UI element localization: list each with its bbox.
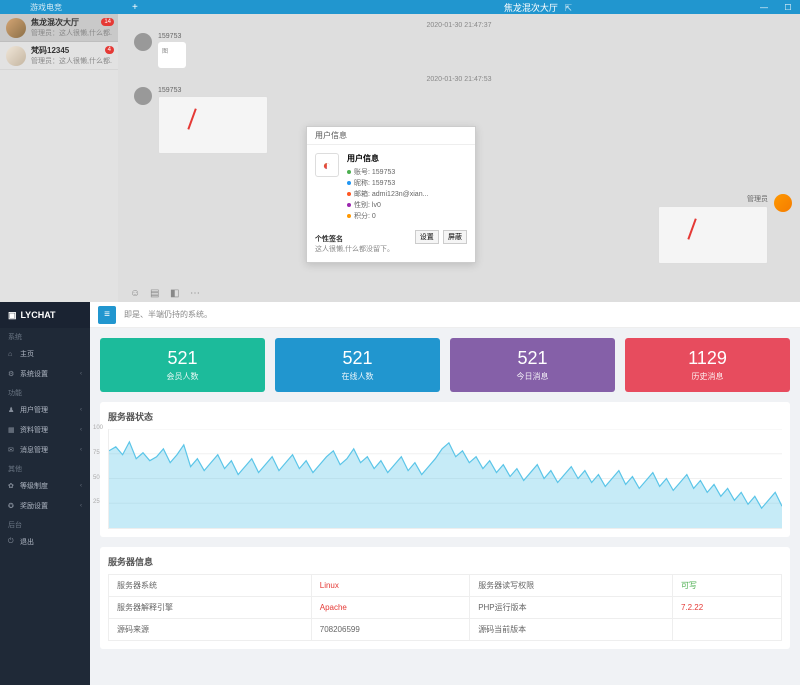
nav-level[interactable]: ✿等级制度‹ [0,476,90,496]
nav-group-label: 功能 [0,384,90,400]
table-row: 源码来源708206599源码当前版本 [109,619,782,641]
gear-icon: ⚙ [8,370,16,378]
chat-title: 焦龙混次大厅 ⇱ [504,1,572,14]
message-image[interactable] [658,206,768,264]
signature-text: 这人很懒,什么都没留下。 [315,244,467,254]
nav-msg-mgmt[interactable]: ✉消息管理‹ [0,440,90,460]
contact-item[interactable]: 梵码12345管理员：这人很懒,什么都... 4 [0,42,118,70]
nav-logout[interactable]: ⏻退出 [0,532,90,552]
stat-online[interactable]: 521在线人数 [275,338,440,392]
chat-icon: ✉ [8,446,16,454]
message-row: 159753 图 [134,33,784,68]
brand-logo[interactable]: LYCHAT [0,302,90,328]
modal-section: 用户信息 [347,153,467,164]
folder-icon: ▦ [8,426,16,434]
panel-title: 服务器信息 [108,555,782,568]
chat-app: 游戏电竞 + 焦龙混次大厅 ⇱ — ☐ 焦龙混次大厅管理员：这人很懒,什么都..… [0,0,800,302]
nav-system-settings[interactable]: ⚙系统设置‹ [0,364,90,384]
avatar [6,18,26,38]
chevron-left-icon: ‹ [80,503,82,509]
contact-name: 焦龙混次大厅 [31,17,112,28]
unread-badge: 4 [105,46,114,54]
contact-item[interactable]: 焦龙混次大厅管理员：这人很懒,什么都... 14 [0,14,118,42]
chevron-left-icon: ‹ [80,407,82,413]
hamburger-icon[interactable]: ≡ [98,306,116,324]
chevron-left-icon: ‹ [80,483,82,489]
window-min-icon[interactable]: — [752,0,776,14]
modal-block-button[interactable]: 屏蔽 [443,230,467,244]
nav-user-mgmt[interactable]: ♟用户管理‹ [0,400,90,420]
avatar[interactable] [774,194,792,212]
info-nickname: 昵称: 159753 [347,178,467,188]
image-icon[interactable]: ▤ [150,288,162,300]
nav-home[interactable]: ⌂主页 [0,344,90,364]
chevron-left-icon: ‹ [80,427,82,433]
user-info-modal: 用户信息 用户信息 账号: 159753 昵称: 159753 邮箱: admi… [306,126,476,263]
server-info-table: 服务器系统Linux服务器读写权限可写 服务器解释引擎ApachePHP运行版本… [108,574,782,641]
message-author: 159753 [158,33,186,40]
chat-input-toolbar: ☺ ▤ ◧ ⋯ [130,288,202,300]
avatar [6,46,26,66]
exit-icon: ⏻ [8,538,16,546]
chevron-left-icon: ‹ [80,447,82,453]
server-status-chart[interactable]: 255075100 [108,429,782,529]
contact-name: 梵码12345 [31,45,112,56]
chevron-left-icon: ‹ [80,371,82,377]
info-email: 邮箱: admi123n@xian... [347,189,467,199]
message-time: 2020-01-30 21:47:37 [118,22,800,29]
admin-dashboard: LYCHAT 系统 ⌂主页 ⚙系统设置‹ 功能 ♟用户管理‹ ▦资料管理‹ ✉消… [0,302,800,685]
info-account: 账号: 159753 [347,167,467,177]
nav-group-label: 后台 [0,516,90,532]
add-tab-icon[interactable]: + [132,2,138,13]
file-icon[interactable]: ◧ [170,288,182,300]
avatar[interactable] [134,33,152,51]
stats-row: 521会员人数 521在线人数 521今日消息 1129历史消息 [90,328,800,402]
panel-title: 服务器状态 [108,410,782,423]
message-image[interactable] [158,96,268,154]
unread-badge: 14 [101,18,114,26]
contacts-sidebar: 焦龙混次大厅管理员：这人很懒,什么都... 14 梵码12345管理员：这人很懒… [0,14,118,302]
nav-reward[interactable]: ✪奖励设置‹ [0,496,90,516]
user-avatar-icon [315,153,339,177]
avatar[interactable] [134,87,152,105]
table-row: 服务器系统Linux服务器读写权限可写 [109,575,782,597]
nav-group-label: 其他 [0,460,90,476]
modal-settings-button[interactable]: 设置 [415,230,439,244]
modal-title: 用户信息 [307,127,475,145]
message-card[interactable]: 图 [158,42,186,68]
info-gender: 性别: lv0 [347,200,467,210]
stat-members[interactable]: 521会员人数 [100,338,265,392]
window-max-icon[interactable]: ☐ [776,0,800,14]
user-icon: ♟ [8,406,16,414]
header-left-tab[interactable]: 游戏电竞 [30,2,62,13]
signature-label: 个性签名 [315,234,343,244]
dashboard-main: ≡ 即是、半端仍持的系统。 521会员人数 521在线人数 521今日消息 11… [90,302,800,685]
stat-history-msg[interactable]: 1129历史消息 [625,338,790,392]
message-time: 2020-01-30 21:47:53 [118,76,800,83]
more-icon[interactable]: ⋯ [190,288,202,300]
server-info-panel: 服务器信息 服务器系统Linux服务器读写权限可写 服务器解释引擎ApacheP… [100,547,790,649]
message-author: 159753 [158,87,268,94]
server-status-panel: 服务器状态 255075100 [100,402,790,537]
table-row: 服务器解释引擎ApachePHP运行版本7.2.22 [109,597,782,619]
contact-sub: 管理员：这人很懒,什么都... [31,56,112,66]
popout-icon[interactable]: ⇱ [564,3,572,13]
gift-icon: ✪ [8,502,16,510]
nav-data-mgmt[interactable]: ▦资料管理‹ [0,420,90,440]
dashboard-sidebar: LYCHAT 系统 ⌂主页 ⚙系统设置‹ 功能 ♟用户管理‹ ▦资料管理‹ ✉消… [0,302,90,685]
chat-titlebar: 游戏电竞 + 焦龙混次大厅 ⇱ — ☐ [0,0,800,14]
emoji-icon[interactable]: ☺ [130,288,142,300]
dashboard-topbar: ≡ 即是、半端仍持的系统。 [90,302,800,328]
breadcrumb: 即是、半端仍持的系统。 [124,309,212,320]
star-icon: ✿ [8,482,16,490]
message-author: 管理员 [658,194,768,204]
info-score: 积分: 0 [347,211,467,221]
stat-today-msg[interactable]: 521今日消息 [450,338,615,392]
contact-sub: 管理员：这人很懒,什么都... [31,28,112,38]
nav-group-label: 系统 [0,328,90,344]
home-icon: ⌂ [8,351,16,358]
